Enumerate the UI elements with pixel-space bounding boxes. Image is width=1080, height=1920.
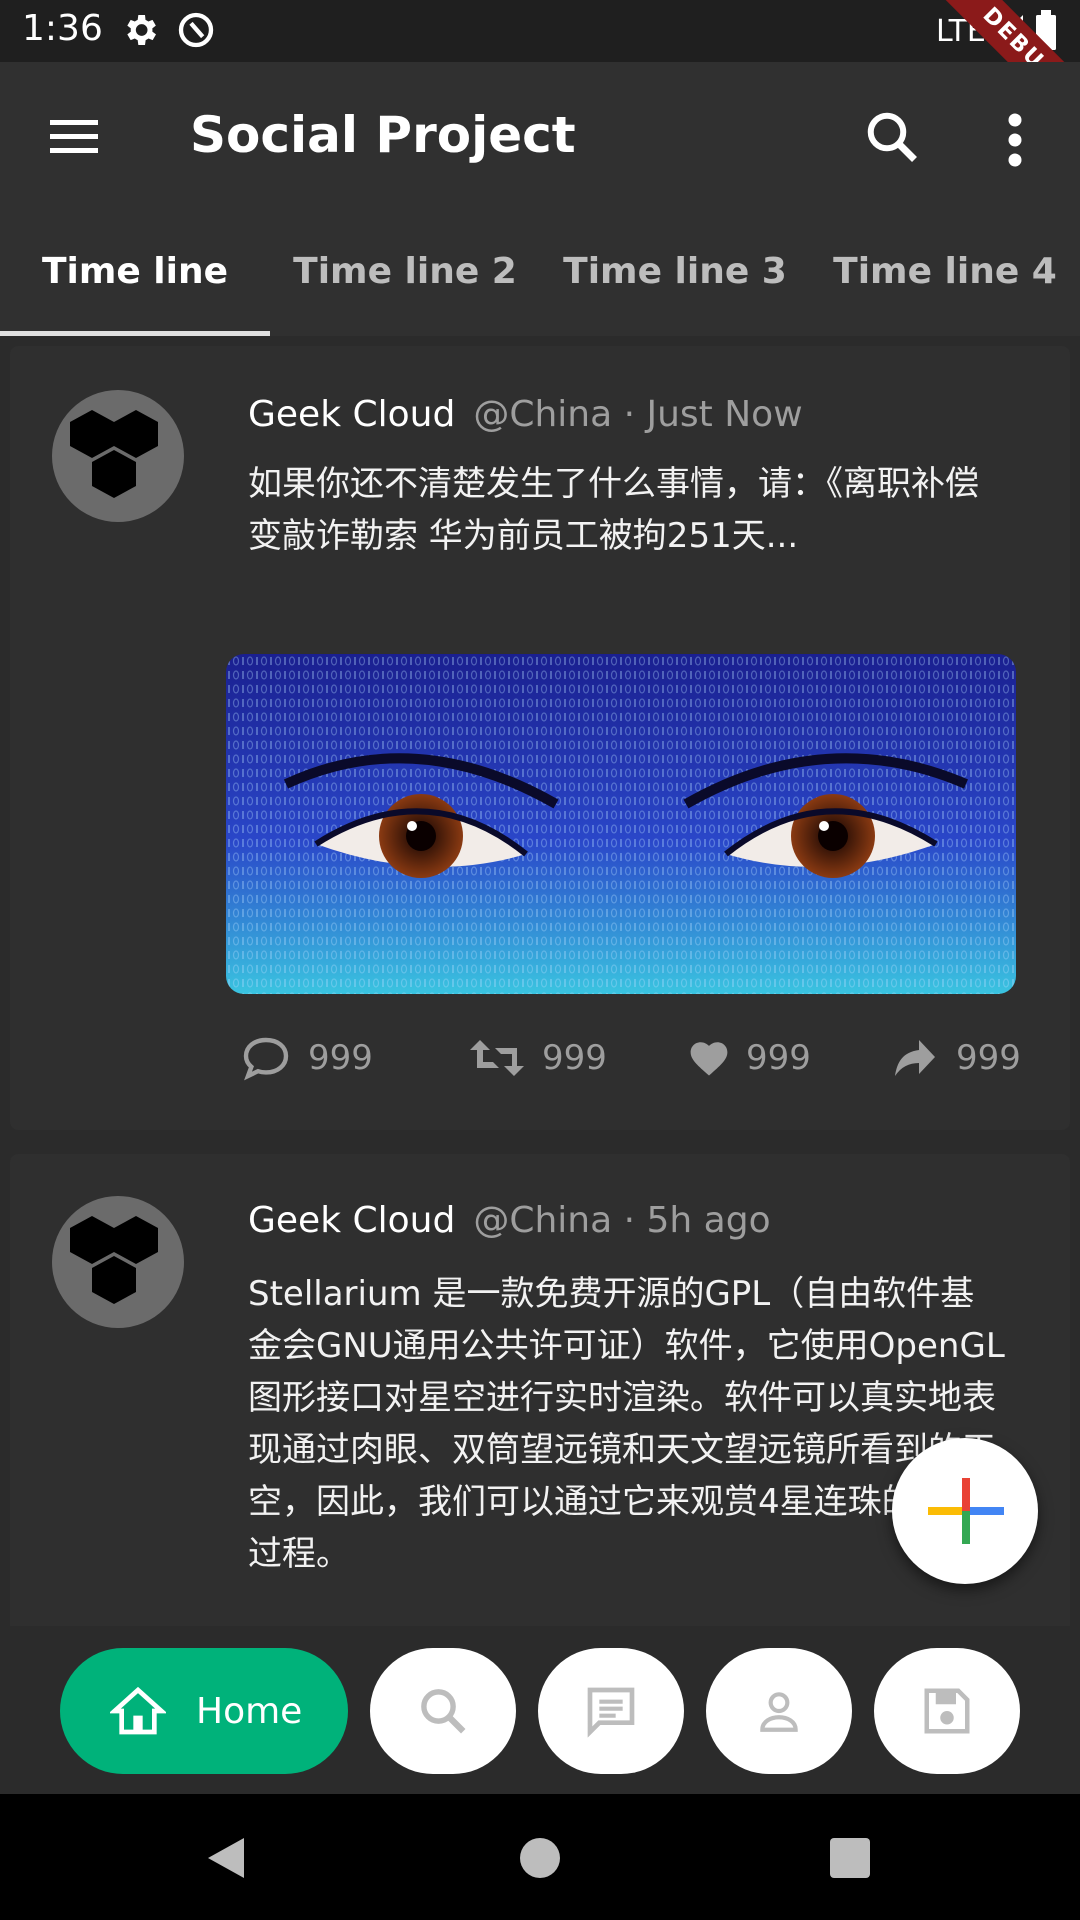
back-icon[interactable] [204, 1834, 248, 1882]
recents-icon[interactable] [830, 1838, 870, 1878]
tab-bar: Time line Time line 2 Time line 3 Time l… [0, 212, 1080, 336]
tab-time-line[interactable]: Time line [0, 212, 270, 336]
share-action[interactable]: 999 [890, 1028, 1021, 1088]
compose-fab[interactable] [892, 1438, 1038, 1584]
search-icon[interactable] [862, 107, 922, 167]
account-icon [760, 1692, 798, 1732]
post-header: Geek Cloud @China · 5h ago [248, 1200, 771, 1241]
retweet-icon [470, 1040, 524, 1076]
menu-icon[interactable] [44, 112, 104, 162]
avatar[interactable] [52, 1196, 184, 1328]
post-text: 如果你还不清楚发生了什么事情，请：《离职补偿变敲诈勒索 华为前员工被拘251天.… [248, 464, 979, 556]
post-author[interactable]: Geek Cloud [248, 1200, 455, 1241]
more-vert-icon[interactable] [990, 110, 1040, 170]
comment-count: 999 [308, 1038, 373, 1078]
post-image[interactable] [226, 654, 1016, 994]
nav-home-label: Home [196, 1690, 303, 1732]
home-circle-icon[interactable] [520, 1838, 560, 1878]
nav-profile-button[interactable] [706, 1648, 852, 1774]
share-count: 999 [956, 1038, 1021, 1078]
chat-icon [587, 1687, 635, 1738]
home-icon [110, 1686, 166, 1735]
data-saver-icon [176, 10, 216, 54]
tab-time-line-2[interactable]: Time line 2 [270, 212, 540, 336]
tab-time-line-3[interactable]: Time line 3 [540, 212, 810, 336]
add-icon [928, 1478, 1004, 1544]
retweet-count: 999 [542, 1038, 607, 1078]
comment-icon [243, 1037, 289, 1081]
post-meta: @China · Just Now [473, 394, 803, 435]
like-count: 999 [746, 1038, 811, 1078]
status-time: 1:36 [22, 8, 103, 49]
post-card[interactable]: Geek Cloud @China · Just Now 如果你还不清楚发生了什么… [10, 346, 1070, 1130]
system-nav-bar [0, 1794, 1080, 1920]
nav-save-button[interactable] [874, 1648, 1020, 1774]
nav-home-button[interactable]: Home [60, 1648, 348, 1774]
status-bar: 1:36 LTE DEBUG [0, 0, 1080, 145]
save-icon [924, 1688, 970, 1734]
post-header: Geek Cloud @China · Just Now [248, 394, 803, 435]
tab-time-line-4[interactable]: Time line 4 [810, 212, 1080, 336]
comment-action[interactable]: 999 [240, 1028, 373, 1088]
post-meta: @China · 5h ago [473, 1200, 771, 1241]
nav-messages-button[interactable] [538, 1648, 684, 1774]
bottom-nav: Home [0, 1626, 1080, 1794]
nav-search-button[interactable] [370, 1648, 516, 1774]
search-icon [421, 1689, 466, 1734]
share-icon [895, 1040, 935, 1076]
retweet-action[interactable]: 999 [468, 1028, 607, 1088]
heart-icon [690, 1042, 728, 1076]
avatar[interactable] [52, 390, 184, 522]
settings-icon [120, 10, 160, 54]
post-actions: 999 999 999 999 [240, 1028, 1030, 1088]
app-bar: Social Project [0, 62, 1080, 212]
post-author[interactable]: Geek Cloud [248, 394, 455, 435]
like-action[interactable]: 999 [688, 1028, 811, 1088]
timeline-feed[interactable]: Geek Cloud @China · Just Now 如果你还不清楚发生了什么… [0, 336, 1080, 1626]
app-title: Social Project [190, 106, 576, 164]
